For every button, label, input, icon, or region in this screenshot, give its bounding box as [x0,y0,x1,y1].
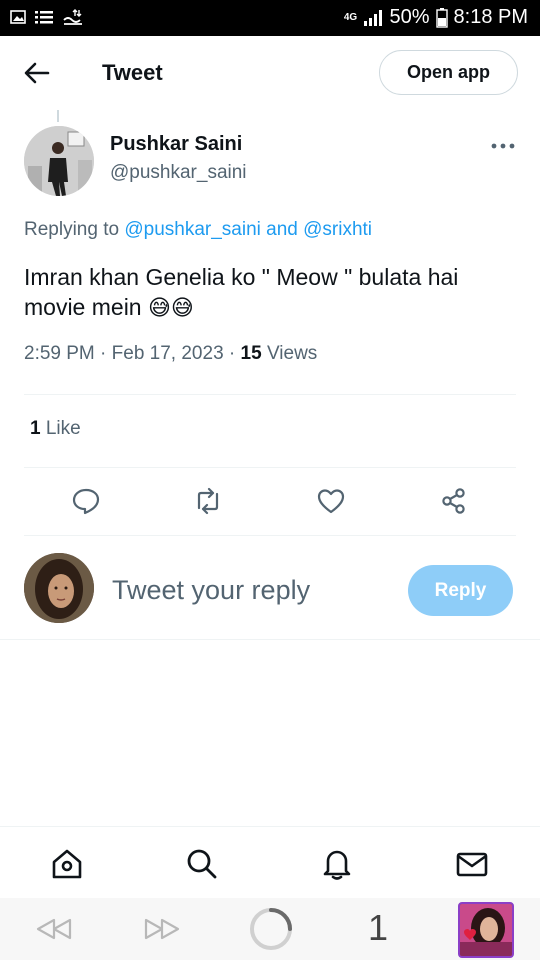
replying-to: Replying to @pushkar_saini and @srixhti [24,219,372,241]
fast-forward-icon [144,918,180,940]
share-icon [442,488,465,514]
nav-search[interactable] [185,847,219,881]
meta-separator: · [94,343,112,364]
replying-mentions-link[interactable]: @pushkar_saini and @srixhti [124,219,372,240]
nav-home[interactable] [50,847,84,881]
gallery-icon [10,10,26,24]
likes-count: 1 [30,418,41,439]
list-icon [35,11,53,24]
page-title: Tweet [102,60,163,85]
comment-icon [72,488,100,515]
divider [24,467,516,468]
user-avatar [24,553,94,623]
section-divider [0,639,540,640]
divider [24,394,516,395]
signal-icon [364,9,383,26]
loading-spinner-icon [250,908,292,950]
tweet-meta: 2:59 PM · Feb 17, 2023 · 15 Views [24,343,317,365]
reply-button[interactable]: Reply [408,565,513,616]
open-app-button[interactable]: Open app [379,50,518,95]
divider [24,535,516,536]
heart-icon [317,489,345,514]
browser-reload-button[interactable] [248,906,294,952]
mail-icon [456,852,488,877]
search-icon [187,849,217,879]
user-photo [24,553,94,623]
views-label: Views [266,343,318,364]
home-icon [52,849,82,879]
more-horizontal-icon [491,143,515,149]
bottom-navigation [0,826,540,898]
battery-icon [435,7,448,28]
likes-link[interactable]: 1 Like [30,418,81,440]
meta-separator: · [223,343,241,364]
back-button[interactable] [22,60,52,86]
browser-profile-thumbnail[interactable] [458,902,514,958]
share-action-button[interactable] [439,486,469,516]
like-action-button[interactable] [316,486,346,516]
browser-back-button[interactable] [34,910,74,948]
network-type: 4G [343,11,358,23]
tweet-header: Tweet Open app [0,36,540,110]
reply-input[interactable] [112,570,392,610]
status-left-icons [10,8,84,26]
more-options-button[interactable] [488,134,518,158]
author-handle[interactable]: @pushkar_saini [110,162,247,184]
tweet-time: 2:59 PM [24,343,95,364]
author-photo [24,126,94,196]
replying-prefix: Replying to [24,219,120,240]
thread-connector-line [57,110,59,122]
likes-label: Like [45,418,81,439]
profile-thumbnail-image [460,904,512,956]
views-count: 15 [240,343,262,364]
reply-action-button[interactable] [71,486,101,516]
tab-count-button[interactable]: 1 [358,904,398,952]
status-right: 4G 50% 8:18 PM [343,6,528,29]
retweet-action-button[interactable] [193,486,223,516]
tweet-emojis: 😅😅 [148,296,194,321]
browser-forward-button[interactable] [142,910,182,948]
author-avatar[interactable] [24,126,94,196]
nav-messages[interactable] [455,847,489,881]
author-name[interactable]: Pushkar Saini [110,133,242,156]
data-transfer-icon [63,9,82,25]
retweet-icon [197,487,219,515]
arrow-left-icon [24,62,50,84]
tweet-text: Imran khan Genelia ko " Meow " bulata ha… [24,262,514,324]
tweet-body: Imran khan Genelia ko " Meow " bulata ha… [24,264,459,320]
clock: 8:18 PM [453,6,528,28]
nav-notifications[interactable] [320,847,354,881]
battery-percent: 50% [389,6,430,28]
rewind-icon [36,918,72,940]
status-bar: 4G 50% 8:18 PM [0,0,540,36]
bell-icon [323,850,351,880]
tweet-date: Feb 17, 2023 [111,343,224,364]
